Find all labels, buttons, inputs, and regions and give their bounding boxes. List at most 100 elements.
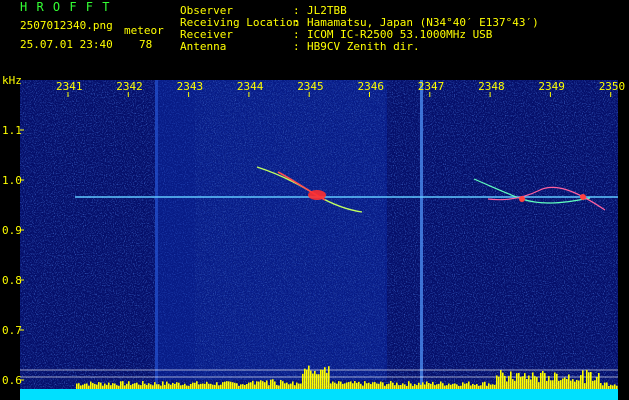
level-bar: [602, 385, 604, 389]
level-bar: [574, 381, 576, 389]
level-bar: [274, 381, 276, 389]
level-bar: [292, 381, 294, 389]
level-bar: [358, 381, 360, 389]
level-bar: [606, 382, 608, 389]
level-bar: [184, 383, 186, 389]
level-bar: [514, 380, 516, 389]
level-bar: [542, 370, 544, 389]
level-bar: [324, 367, 326, 389]
y-tick-label: 1.1: [2, 124, 22, 137]
level-bar: [320, 369, 322, 389]
level-bar: [244, 384, 246, 389]
level-bar: [406, 385, 408, 389]
level-bar: [504, 375, 506, 389]
level-bar: [526, 378, 528, 389]
level-bar: [160, 385, 162, 389]
level-bar: [96, 384, 98, 389]
level-bar: [178, 382, 180, 389]
meteor-echo-2-head: [519, 196, 525, 202]
level-bar: [344, 383, 346, 389]
level-bar: [468, 381, 470, 389]
level-bar: [496, 375, 498, 389]
x-tick-label: 2344: [237, 80, 264, 93]
level-bar: [176, 382, 178, 389]
level-bar: [460, 385, 462, 389]
level-bar: [342, 383, 344, 389]
level-bar: [440, 381, 442, 389]
level-bar: [462, 382, 464, 389]
level-bar: [614, 384, 616, 389]
level-baseline: [20, 389, 618, 400]
level-bar: [560, 380, 562, 389]
level-bar: [488, 383, 490, 389]
level-bar: [126, 383, 128, 389]
level-bar: [386, 384, 388, 389]
level-bar: [398, 385, 400, 389]
level-bar: [298, 383, 300, 389]
level-bar: [418, 382, 420, 389]
level-bar: [162, 381, 164, 389]
level-bar: [312, 373, 314, 389]
x-tick-label: 2345: [297, 80, 324, 93]
level-bar: [208, 383, 210, 389]
level-bar: [458, 385, 460, 389]
level-bar: [302, 373, 304, 389]
level-bar: [330, 383, 332, 389]
level-bar: [402, 383, 404, 389]
level-bar: [216, 382, 218, 389]
level-bar: [616, 385, 618, 389]
level-bar: [596, 377, 598, 389]
level-bar: [206, 381, 208, 389]
level-bar: [108, 382, 110, 389]
level-bar: [346, 382, 348, 389]
level-bar: [338, 381, 340, 389]
level-bar: [234, 382, 236, 389]
level-bar: [282, 381, 284, 389]
level-bar: [100, 382, 102, 389]
level-bar: [524, 373, 526, 389]
level-bar: [456, 384, 458, 389]
level-bar: [354, 381, 356, 389]
level-bar: [420, 384, 422, 389]
level-bar: [204, 383, 206, 389]
level-bar: [202, 383, 204, 389]
level-bar: [306, 369, 308, 389]
level-bar: [366, 383, 368, 389]
level-bar: [564, 377, 566, 389]
x-tick-label: 2350: [599, 80, 626, 93]
level-bar: [118, 385, 120, 389]
level-bar: [256, 381, 258, 389]
y-tick-label: 1.0: [2, 174, 22, 187]
y-tick-label: 0.7: [2, 324, 22, 337]
level-bar: [180, 385, 182, 389]
level-bar: [268, 385, 270, 389]
level-bar: [528, 375, 530, 389]
level-bar: [608, 385, 610, 389]
level-bar: [466, 383, 468, 389]
level-bar: [370, 384, 372, 389]
level-bar: [182, 384, 184, 389]
level-bar: [400, 384, 402, 389]
level-bar: [300, 383, 302, 389]
level-bar: [464, 383, 466, 389]
level-bar: [450, 384, 452, 389]
level-bar: [520, 376, 522, 389]
level-bar: [444, 385, 446, 389]
level-bar: [98, 382, 100, 389]
level-bar: [612, 385, 614, 389]
x-tick-label: 2349: [538, 80, 565, 93]
spectrogram: 2341 2342 2343 2344 2345 2346 2347 2348 2349 2350…: [0, 0, 629, 400]
level-bar: [262, 381, 264, 389]
level-bar: [172, 382, 174, 389]
level-bar: [478, 385, 480, 389]
level-bar: [492, 384, 494, 389]
level-bar: [294, 385, 296, 389]
level-bar: [404, 384, 406, 389]
level-bar: [360, 383, 362, 389]
level-bar: [296, 382, 298, 389]
level-bar: [382, 382, 384, 389]
level-bar: [356, 382, 358, 389]
x-tick-label: 2341: [56, 80, 83, 93]
level-bar: [242, 384, 244, 389]
level-bar: [326, 372, 328, 389]
